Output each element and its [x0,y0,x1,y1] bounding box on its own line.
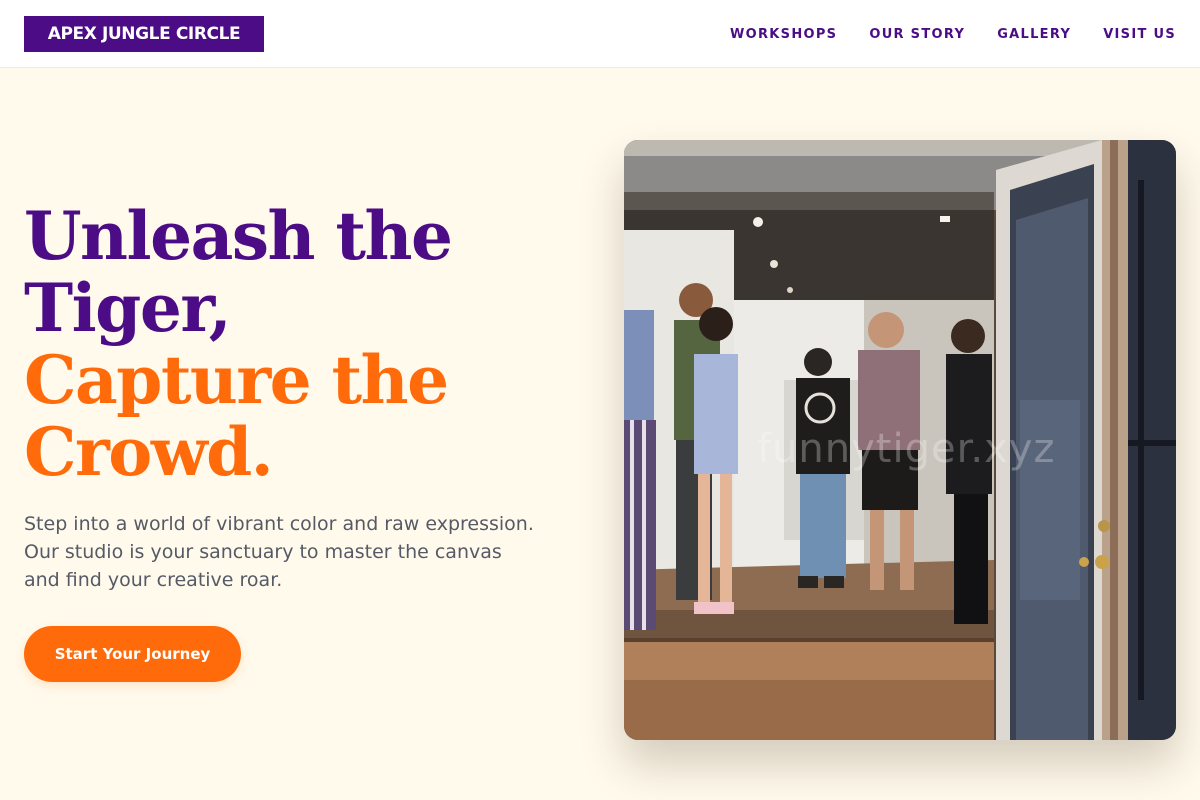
headline-line-2: Tiger, [24,269,232,347]
nav-link-gallery[interactable]: GALLERY [997,27,1071,42]
main-nav: WORKSHOPS OUR STORY GALLERY VISIT US [730,0,1176,68]
nav-link-our-story[interactable]: OUR STORY [869,27,965,42]
hero-headline: Unleash the Tiger, Capture the Crowd. [24,200,564,488]
hero-description: Step into a world of vibrant color and r… [24,513,534,591]
site-header: APEX JUNGLE CIRCLE WORKSHOPS OUR STORY G… [0,0,1200,68]
site-logo[interactable]: APEX JUNGLE CIRCLE [24,16,264,52]
headline-line-1: Unleash the [24,197,453,275]
photo-watermark: funnytiger.xyz [757,426,1056,472]
headline-line-3: Capture the [24,341,449,419]
nav-link-workshops[interactable]: WORKSHOPS [730,27,837,42]
nav-link-visit-us[interactable]: VISIT US [1103,27,1176,42]
hero-photo: funnytiger.xyz [624,140,1176,740]
start-journey-button[interactable]: Start Your Journey [24,626,241,682]
headline-line-4: Crowd. [24,413,274,491]
